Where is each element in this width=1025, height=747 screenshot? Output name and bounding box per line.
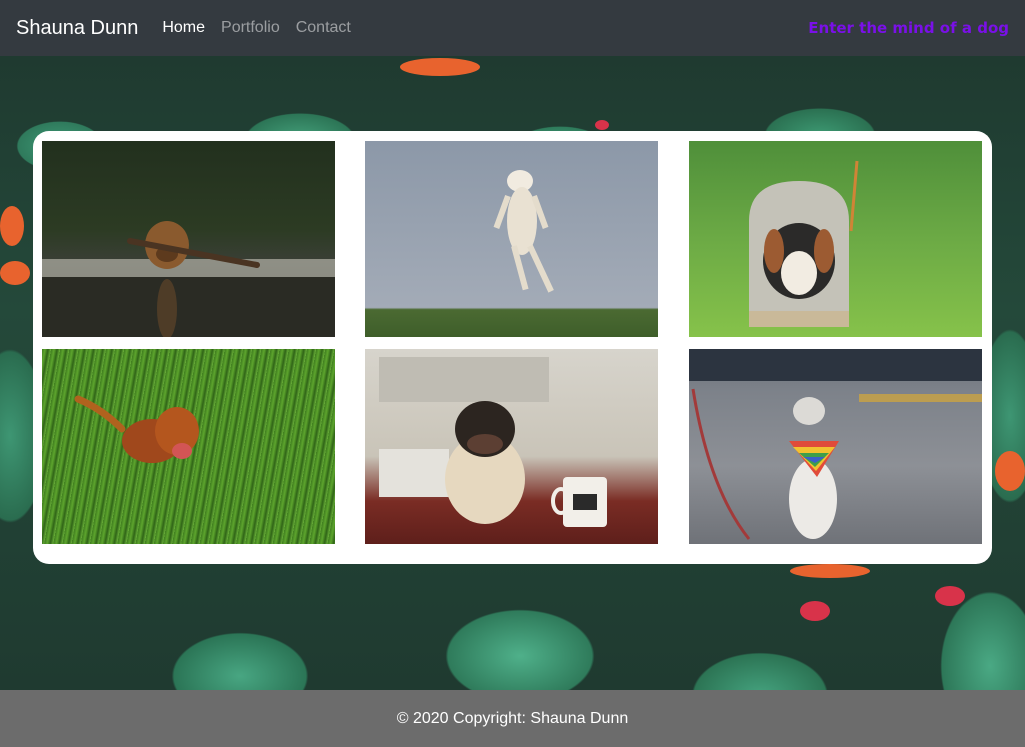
copyright-text: © 2020 Copyright: Shauna Dunn (396, 709, 629, 727)
dog-jumping-illustration (493, 170, 554, 293)
nav-link-home[interactable]: Home (162, 19, 205, 37)
navbar: Shauna Dunn Home Portfolio Contact Enter… (0, 0, 1025, 56)
photo-dog-jumping[interactable] (365, 141, 658, 337)
gallery-card (33, 131, 992, 564)
cactus-flower (0, 261, 30, 285)
tagline: Enter the mind of a dog (808, 19, 1009, 37)
photo-dog-mailbox[interactable] (689, 141, 982, 337)
cactus-flower (995, 451, 1025, 491)
cactus-flower (800, 601, 830, 621)
photo-dog-swimming[interactable] (42, 141, 335, 337)
dog-swimming-illustration (42, 221, 335, 337)
footer: © 2020 Copyright: Shauna Dunn (0, 690, 1025, 747)
cactus-flower (935, 586, 965, 606)
cactus-flower (0, 206, 24, 246)
photo-dog-rainbow-bandana[interactable] (689, 349, 982, 544)
cactus-flower (595, 120, 609, 130)
photo-dog-grass[interactable] (42, 349, 335, 544)
photo-pug-mug[interactable] (365, 349, 658, 544)
dog-mailbox-illustration (749, 160, 859, 327)
dog-grass-illustration (74, 395, 199, 463)
brand-link[interactable]: Shauna Dunn (16, 17, 138, 40)
nav-link-contact[interactable]: Contact (296, 19, 351, 37)
dog-rainbow-illustration (689, 349, 982, 540)
cactus-flower (790, 564, 870, 578)
pug-mug-illustration (379, 357, 607, 527)
cactus-flower (400, 58, 480, 76)
nav-link-portfolio[interactable]: Portfolio (221, 19, 280, 37)
